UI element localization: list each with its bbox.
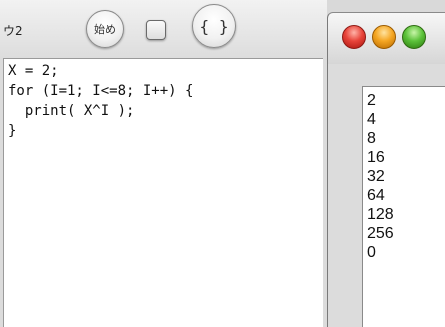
code-line: X = 2; [8, 63, 59, 79]
minimize-icon[interactable] [372, 25, 396, 49]
braces-icon: { } [199, 16, 229, 36]
list-item: 8 [367, 130, 376, 147]
code-line: } [8, 123, 17, 139]
list-item: 64 [367, 187, 385, 204]
list-item: 4 [367, 111, 376, 128]
zoom-icon[interactable] [402, 25, 426, 49]
list-item: 2 [367, 92, 376, 109]
editor-window: ウ2 始め { } X = 2; for (I=1; I<=8; I++) { … [0, 0, 327, 327]
code-line: for (I=1; I<=8; I++) { [8, 83, 194, 99]
list-item: 16 [367, 149, 385, 166]
code-line: print( X^I ); [8, 103, 135, 119]
run-button-label: 始め [94, 23, 116, 36]
list-item: 256 [367, 225, 394, 242]
run-button[interactable]: 始め [86, 10, 124, 48]
editor-toolbar: ウ2 始め { } [0, 0, 327, 58]
list-item: 32 [367, 168, 385, 185]
code-editor[interactable]: X = 2; for (I=1; I<=8; I++) { print( X^I… [3, 58, 323, 327]
screen: ウ2 始め { } X = 2; for (I=1; I<=8; I++) { … [0, 0, 445, 327]
output-window: 2 4 8 16 32 64 128 256 0 [327, 0, 445, 327]
list-item: 128 [367, 206, 394, 223]
close-icon[interactable] [342, 25, 366, 49]
output-titlebar[interactable] [327, 12, 445, 64]
stop-button[interactable] [146, 20, 166, 40]
output-list[interactable]: 2 4 8 16 32 64 128 256 0 [362, 86, 445, 327]
list-item: 0 [367, 244, 376, 261]
braces-button[interactable]: { } [192, 4, 236, 48]
output-body: 2 4 8 16 32 64 128 256 0 [327, 64, 445, 327]
window-title: ウ2 [3, 24, 23, 38]
